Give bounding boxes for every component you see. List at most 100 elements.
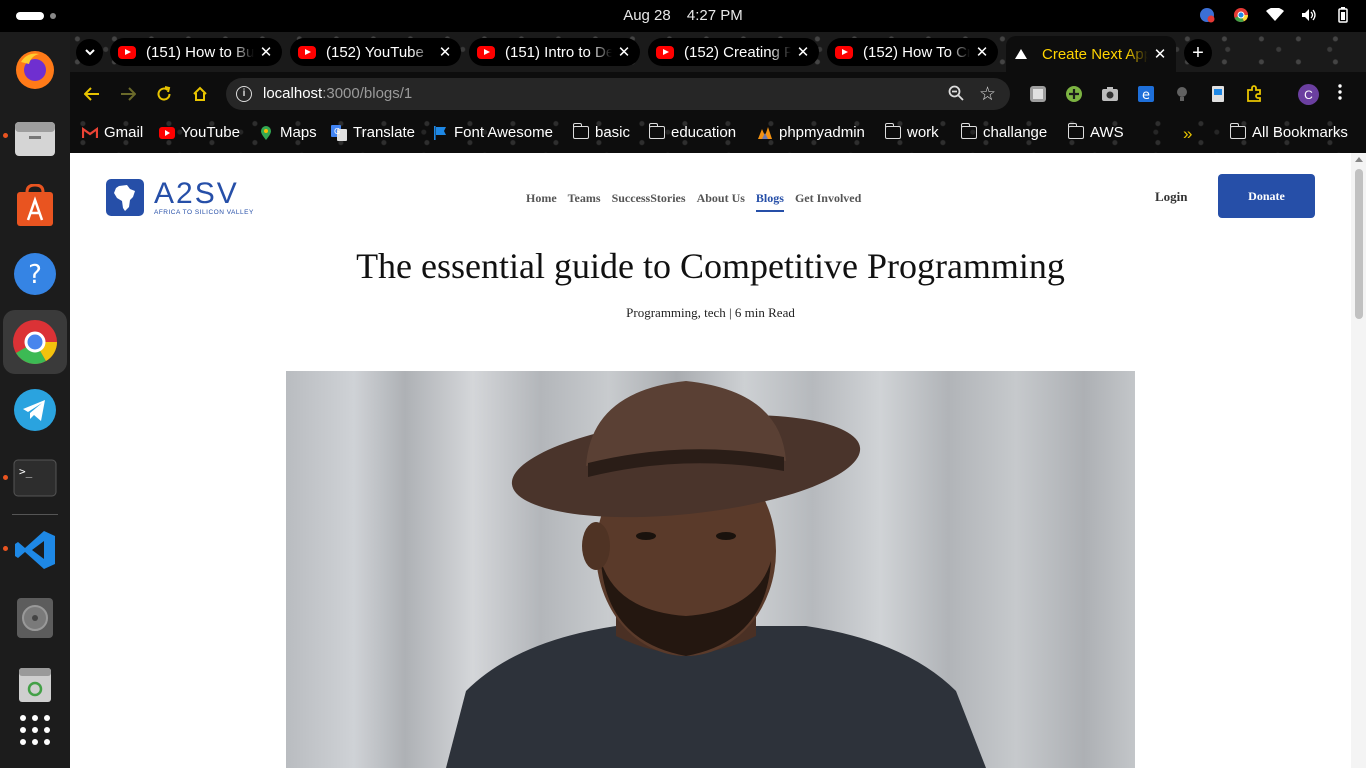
extension-bulb-icon[interactable]	[1172, 84, 1192, 104]
close-tab-icon[interactable]: ✕	[258, 43, 274, 61]
bookmark-maps[interactable]: Maps	[258, 124, 317, 141]
youtube-icon	[159, 126, 175, 140]
extensions-puzzle-icon[interactable]	[1244, 84, 1264, 104]
bookmark-label: Translate	[353, 124, 415, 141]
close-tab-icon[interactable]: ✕	[795, 43, 811, 61]
bookmark-label: basic	[595, 124, 631, 141]
bookmark-translate[interactable]: G Translate	[331, 124, 415, 141]
gmail-icon	[82, 126, 98, 140]
profile-avatar[interactable]: C	[1298, 84, 1319, 105]
url-text[interactable]: localhost:3000/blogs/1	[263, 85, 412, 102]
tab-title: Create Next App	[1042, 45, 1148, 63]
extension-plus-icon[interactable]	[1064, 84, 1084, 104]
logo-tagline: AFRICA TO SILICON VALLEY	[154, 208, 254, 216]
close-tab-icon[interactable]: ✕	[1152, 45, 1168, 63]
address-bar[interactable]: i localhost:3000/blogs/1 ☆	[226, 78, 1010, 110]
bookmarks-bar: Gmail YouTube Maps G Translate Font Awes…	[70, 116, 1366, 153]
tab-4[interactable]: (152) How To Cr ✕	[827, 38, 998, 66]
files-icon[interactable]	[11, 114, 59, 162]
nav-about-us[interactable]: About Us	[697, 191, 745, 212]
telegram-icon[interactable]	[11, 386, 59, 434]
tab-0[interactable]: (151) How to Bu ✕	[110, 38, 282, 66]
tab-title: (151) Intro to De	[505, 43, 612, 61]
login-link[interactable]: Login	[1155, 189, 1188, 205]
all-bookmarks-button[interactable]: All Bookmarks	[1229, 123, 1348, 141]
youtube-icon	[477, 45, 495, 59]
system-tray[interactable]	[1198, 6, 1352, 24]
close-tab-icon[interactable]: ✕	[437, 43, 453, 61]
bookmark-gmail[interactable]: Gmail	[82, 124, 143, 141]
help-icon[interactable]: ?	[11, 250, 59, 298]
battery-icon[interactable]	[1334, 6, 1352, 24]
nav-teams[interactable]: Teams	[568, 191, 601, 212]
nav-blogs[interactable]: Blogs	[755, 191, 784, 212]
post-title: The essential guide to Competitive Progr…	[356, 246, 1065, 286]
tab-search-button[interactable]	[76, 39, 103, 66]
camera-icon[interactable]	[1100, 84, 1120, 104]
notification-app-icon[interactable]	[1198, 6, 1216, 24]
bookmark-folder-aws[interactable]: AWS	[1067, 123, 1124, 141]
chrome-tray-icon[interactable]	[1232, 6, 1250, 24]
folder-icon	[648, 123, 665, 140]
bookmark-folder-basic[interactable]: basic	[572, 123, 631, 141]
site-info-icon[interactable]: i	[236, 86, 252, 102]
more-bookmarks-chevron-icon[interactable]: »	[1183, 124, 1192, 144]
app-center-icon[interactable]	[11, 182, 59, 230]
bookmark-label: education	[671, 124, 737, 141]
svg-text:e: e	[1142, 88, 1150, 103]
vscode-icon[interactable]	[11, 526, 59, 574]
youtube-icon	[298, 45, 316, 59]
terminal-icon[interactable]: >_	[11, 454, 59, 502]
chrome-icon[interactable]	[3, 310, 67, 374]
bookmark-phpmyadmin[interactable]: phpmyadmin	[757, 124, 865, 141]
trash-icon[interactable]	[11, 660, 59, 708]
zoom-icon[interactable]	[948, 85, 964, 106]
flag-icon	[432, 125, 448, 140]
disks-icon[interactable]	[11, 594, 59, 642]
tab-1[interactable]: (152) YouTube ✕	[290, 38, 461, 66]
tab-active[interactable]: Create Next App ✕	[1006, 36, 1176, 72]
clock[interactable]: Aug 28 4:27 PM	[0, 7, 1366, 24]
reload-button[interactable]	[154, 84, 174, 104]
page-scrollbar[interactable]	[1351, 153, 1366, 768]
site-nav: Home Teams SuccessStories About Us Blogs…	[526, 191, 861, 212]
bookmark-star-icon[interactable]: ☆	[979, 83, 996, 106]
tab-3[interactable]: (152) Creating P ✕	[648, 38, 819, 66]
browser-window: (151) How to Bu ✕ (152) YouTube ✕ (151) …	[70, 32, 1366, 153]
scrollbar-thumb[interactable]	[1355, 169, 1363, 319]
folder-icon	[572, 123, 589, 140]
close-tab-icon[interactable]: ✕	[974, 43, 990, 61]
wifi-icon[interactable]	[1266, 6, 1284, 24]
tab-title: (151) How to Bu	[146, 43, 254, 61]
nav-get-involved[interactable]: Get Involved	[795, 191, 861, 212]
bookmark-font-awesome[interactable]: Font Awesome	[432, 124, 553, 141]
tab-2[interactable]: (151) Intro to De ✕	[469, 38, 640, 66]
nav-home[interactable]: Home	[526, 191, 557, 212]
donate-button[interactable]: Donate	[1218, 174, 1315, 218]
scroll-up-arrow-icon[interactable]	[1355, 157, 1363, 162]
nav-success-stories[interactable]: SuccessStories	[612, 191, 686, 212]
bookmark-folder-work[interactable]: work	[884, 123, 939, 141]
dock-separator	[12, 514, 58, 515]
extension-doc-icon[interactable]	[1208, 84, 1228, 104]
chrome-menu-icon[interactable]	[1338, 84, 1346, 100]
svg-text:>_: >_	[19, 465, 33, 478]
site-logo[interactable]: A2SV AFRICA TO SILICON VALLEY	[106, 178, 254, 216]
extension-1-icon[interactable]	[1028, 84, 1048, 104]
new-tab-button[interactable]: +	[1184, 39, 1212, 67]
home-button[interactable]	[190, 84, 210, 104]
bookmark-folder-education[interactable]: education	[648, 123, 737, 141]
extension-e-icon[interactable]: e	[1136, 84, 1156, 104]
firefox-icon[interactable]	[11, 46, 59, 94]
forward-button[interactable]	[118, 84, 138, 104]
back-button[interactable]	[82, 84, 102, 104]
show-apps-icon[interactable]	[11, 706, 59, 754]
maps-icon	[258, 125, 274, 140]
svg-text:?: ?	[28, 260, 42, 290]
bookmark-folder-challange[interactable]: challange	[960, 123, 1047, 141]
bookmark-youtube[interactable]: YouTube	[159, 124, 240, 141]
bookmark-label: Gmail	[104, 124, 144, 141]
browser-toolbar: i localhost:3000/blogs/1 ☆ e C	[70, 72, 1366, 116]
close-tab-icon[interactable]: ✕	[616, 43, 632, 61]
volume-icon[interactable]	[1300, 6, 1318, 24]
